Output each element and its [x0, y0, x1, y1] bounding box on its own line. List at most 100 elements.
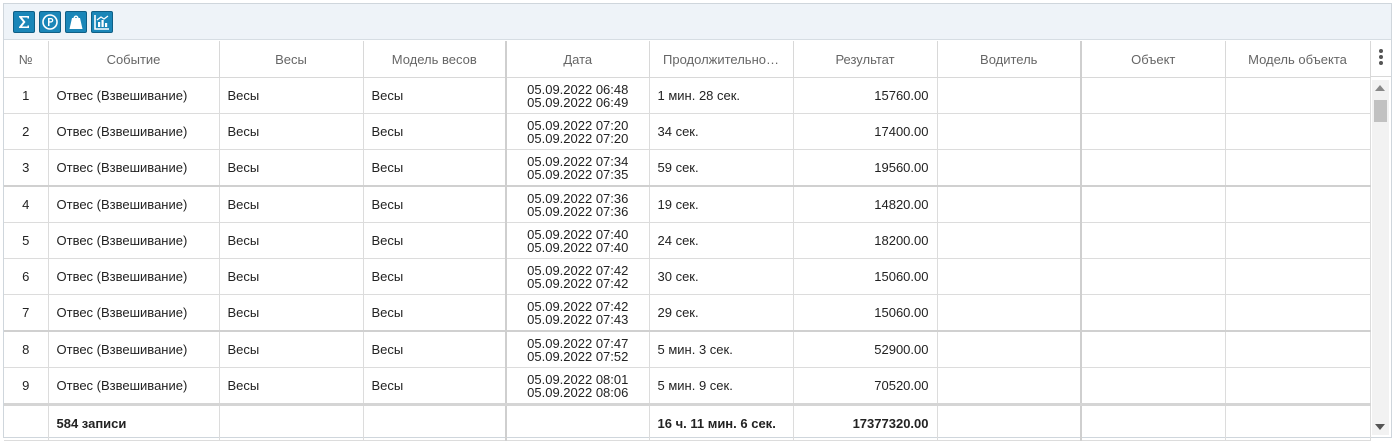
col-header-object[interactable]: Объект: [1081, 41, 1226, 78]
cell-object: [1081, 330, 1226, 368]
cell-object: [1081, 77, 1226, 114]
report-chart-icon: [93, 13, 111, 31]
scroll-up-arrow-icon[interactable]: [1375, 85, 1385, 91]
col-header-object-model[interactable]: Модель объекта: [1225, 41, 1371, 78]
weight-button[interactable]: [65, 11, 87, 33]
vertical-dots-icon: [1378, 48, 1384, 69]
cell-object: [1081, 258, 1226, 295]
date-start: 05.09.2022 06:48: [527, 81, 629, 97]
cell-event: Отвес (Взвешивание): [48, 222, 220, 259]
cell-scales-model: Весы: [363, 113, 507, 150]
cell-object-model: [1225, 77, 1371, 114]
col-header-result[interactable]: Результат: [793, 41, 938, 78]
sum-button[interactable]: [13, 11, 35, 33]
table-row[interactable]: 2 Отвес (Взвешивание) Весы Весы 05.09.2022 0…: [4, 113, 1371, 150]
cell-driver: [937, 294, 1082, 332]
cell-event: Отвес (Взвешивание): [48, 258, 220, 295]
cell-date: 05.09.2022 07:42 05.09.2022 07:43: [506, 294, 650, 332]
scroll-thumb[interactable]: [1374, 100, 1387, 122]
parking-button[interactable]: [39, 11, 61, 33]
cell-num: 1: [4, 77, 49, 114]
col-header-date[interactable]: Дата: [506, 41, 650, 78]
cell-scales: Весы: [219, 77, 364, 114]
cell-scales: Весы: [219, 258, 364, 295]
cell-date: 05.09.2022 07:47 05.09.2022 07:52: [506, 330, 650, 368]
cell-duration: 59 сек.: [649, 149, 794, 187]
col-header-duration[interactable]: Продолжительно…: [649, 41, 794, 78]
cell-duration: 5 мин. 9 сек.: [649, 367, 794, 405]
date-start: 05.09.2022 07:34: [527, 153, 629, 169]
date-end: 05.09.2022 06:49: [527, 94, 629, 110]
col-header-scales-model[interactable]: Модель весов: [363, 41, 507, 78]
col-header-num[interactable]: №: [4, 41, 49, 78]
date-end: 05.09.2022 07:43: [527, 311, 629, 327]
cell-event: Отвес (Взвешивание): [48, 330, 220, 368]
weighing-events-panel: № Событие Весы Модель весов Дата Продолж…: [3, 3, 1392, 441]
cell-num: 4: [4, 185, 49, 223]
column-menu-button[interactable]: [1370, 41, 1391, 77]
cell-duration: 24 сек.: [649, 222, 794, 259]
date-start: 05.09.2022 07:42: [527, 262, 629, 278]
date-end: 05.09.2022 07:52: [527, 348, 629, 364]
col-header-driver[interactable]: Водитель: [937, 41, 1082, 78]
date-start: 05.09.2022 07:40: [527, 226, 629, 242]
date-start: 05.09.2022 07:20: [527, 117, 629, 133]
table-row[interactable]: 9 Отвес (Взвешивание) Весы Весы 05.09.2022 0…: [4, 367, 1371, 405]
cell-scales-model: Весы: [363, 258, 507, 295]
cell-scales: Весы: [219, 185, 364, 223]
cell-scales-model: Весы: [363, 77, 507, 114]
summary-total-result: 17377320.00: [793, 403, 938, 441]
table-row[interactable]: 3 Отвес (Взвешивание) Весы Весы 05.09.2022 0…: [4, 149, 1371, 187]
cell-driver: [937, 113, 1082, 150]
cell-scales-model: Весы: [363, 330, 507, 368]
date-end: 05.09.2022 08:06: [527, 384, 629, 400]
cell-event: Отвес (Взвешивание): [48, 367, 220, 405]
table-row[interactable]: 8 Отвес (Взвешивание) Весы Весы 05.09.2022 0…: [4, 330, 1371, 368]
cell-driver: [937, 185, 1082, 223]
col-header-event[interactable]: Событие: [48, 41, 220, 78]
cell-object: [1081, 294, 1226, 332]
events-table: № Событие Весы Модель весов Дата Продолж…: [4, 41, 1371, 441]
summary-row: 584 записи 16 ч. 11 мин. 6 сек. 17377320…: [4, 403, 1371, 441]
cell-duration: 5 мин. 3 сек.: [649, 330, 794, 368]
table-row[interactable]: 5 Отвес (Взвешивание) Весы Весы 05.09.2022 0…: [4, 222, 1371, 259]
summary-empty-cell: [363, 403, 507, 441]
cell-num: 3: [4, 149, 49, 187]
summary-num-cell: [4, 403, 49, 441]
scroll-down-arrow-icon[interactable]: [1375, 424, 1385, 430]
table-row[interactable]: 1 Отвес (Взвешивание) Весы Весы 05.09.2022 0…: [4, 77, 1371, 114]
toolbar: [4, 4, 1391, 40]
cell-num: 5: [4, 222, 49, 259]
cell-object: [1081, 185, 1226, 223]
cell-num: 7: [4, 294, 49, 332]
date-end: 05.09.2022 07:42: [527, 275, 629, 291]
cell-object-model: [1225, 294, 1371, 332]
cell-object: [1081, 367, 1226, 405]
cell-scales-model: Весы: [363, 149, 507, 187]
cell-date: 05.09.2022 07:20 05.09.2022 07:20: [506, 113, 650, 150]
summary-empty-cell: [937, 403, 1082, 441]
cell-event: Отвес (Взвешивание): [48, 149, 220, 187]
table-row[interactable]: 7 Отвес (Взвешивание) Весы Весы 05.09.2022 0…: [4, 294, 1371, 332]
report-chart-button[interactable]: [91, 11, 113, 33]
cell-num: 8: [4, 330, 49, 368]
table-row[interactable]: 6 Отвес (Взвешивание) Весы Весы 05.09.2022 0…: [4, 258, 1371, 295]
cell-scales: Весы: [219, 367, 364, 405]
cell-scales-model: Весы: [363, 185, 507, 223]
summary-empty-cell: [506, 403, 650, 441]
cell-date: 05.09.2022 08:01 05.09.2022 08:06: [506, 367, 650, 405]
vertical-scrollbar[interactable]: [1372, 80, 1389, 435]
cell-object-model: [1225, 113, 1371, 150]
date-end: 05.09.2022 07:36: [527, 203, 629, 219]
date-start: 05.09.2022 07:47: [527, 335, 629, 351]
cell-num: 9: [4, 367, 49, 405]
cell-result: 52900.00: [793, 330, 938, 368]
cell-driver: [937, 77, 1082, 114]
cell-object-model: [1225, 222, 1371, 259]
cell-object-model: [1225, 185, 1371, 223]
col-header-scales[interactable]: Весы: [219, 41, 364, 78]
table-row[interactable]: 4 Отвес (Взвешивание) Весы Весы 05.09.2022 0…: [4, 185, 1371, 223]
cell-date: 05.09.2022 07:36 05.09.2022 07:36: [506, 185, 650, 223]
cell-result: 17400.00: [793, 113, 938, 150]
cell-result: 15060.00: [793, 258, 938, 295]
